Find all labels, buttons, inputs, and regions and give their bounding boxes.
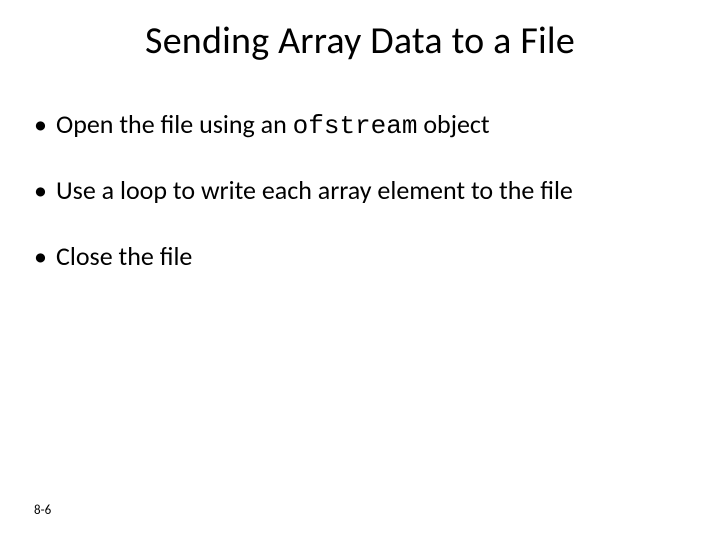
- slide: Sending Array Data to a File Open the fi…: [0, 0, 720, 540]
- bullet-item: Close the file: [30, 242, 690, 274]
- bullet-list: Open the file using an ofstream object U…: [30, 110, 690, 274]
- code-span: ofstream: [293, 111, 418, 141]
- slide-number: 8-6: [34, 503, 51, 518]
- bullet-text-pre: Use a loop to write each array element t…: [56, 174, 573, 206]
- bullet-item: Open the file using an ofstream object: [30, 110, 690, 142]
- slide-body: Open the file using an ofstream object U…: [30, 110, 690, 308]
- bullet-text-post: object: [417, 108, 489, 140]
- slide-title: Sending Array Data to a File: [0, 18, 720, 64]
- bullet-text-pre: Close the file: [56, 240, 192, 272]
- bullet-item: Use a loop to write each array element t…: [30, 176, 690, 208]
- bullet-text-pre: Open the file using an: [56, 108, 293, 140]
